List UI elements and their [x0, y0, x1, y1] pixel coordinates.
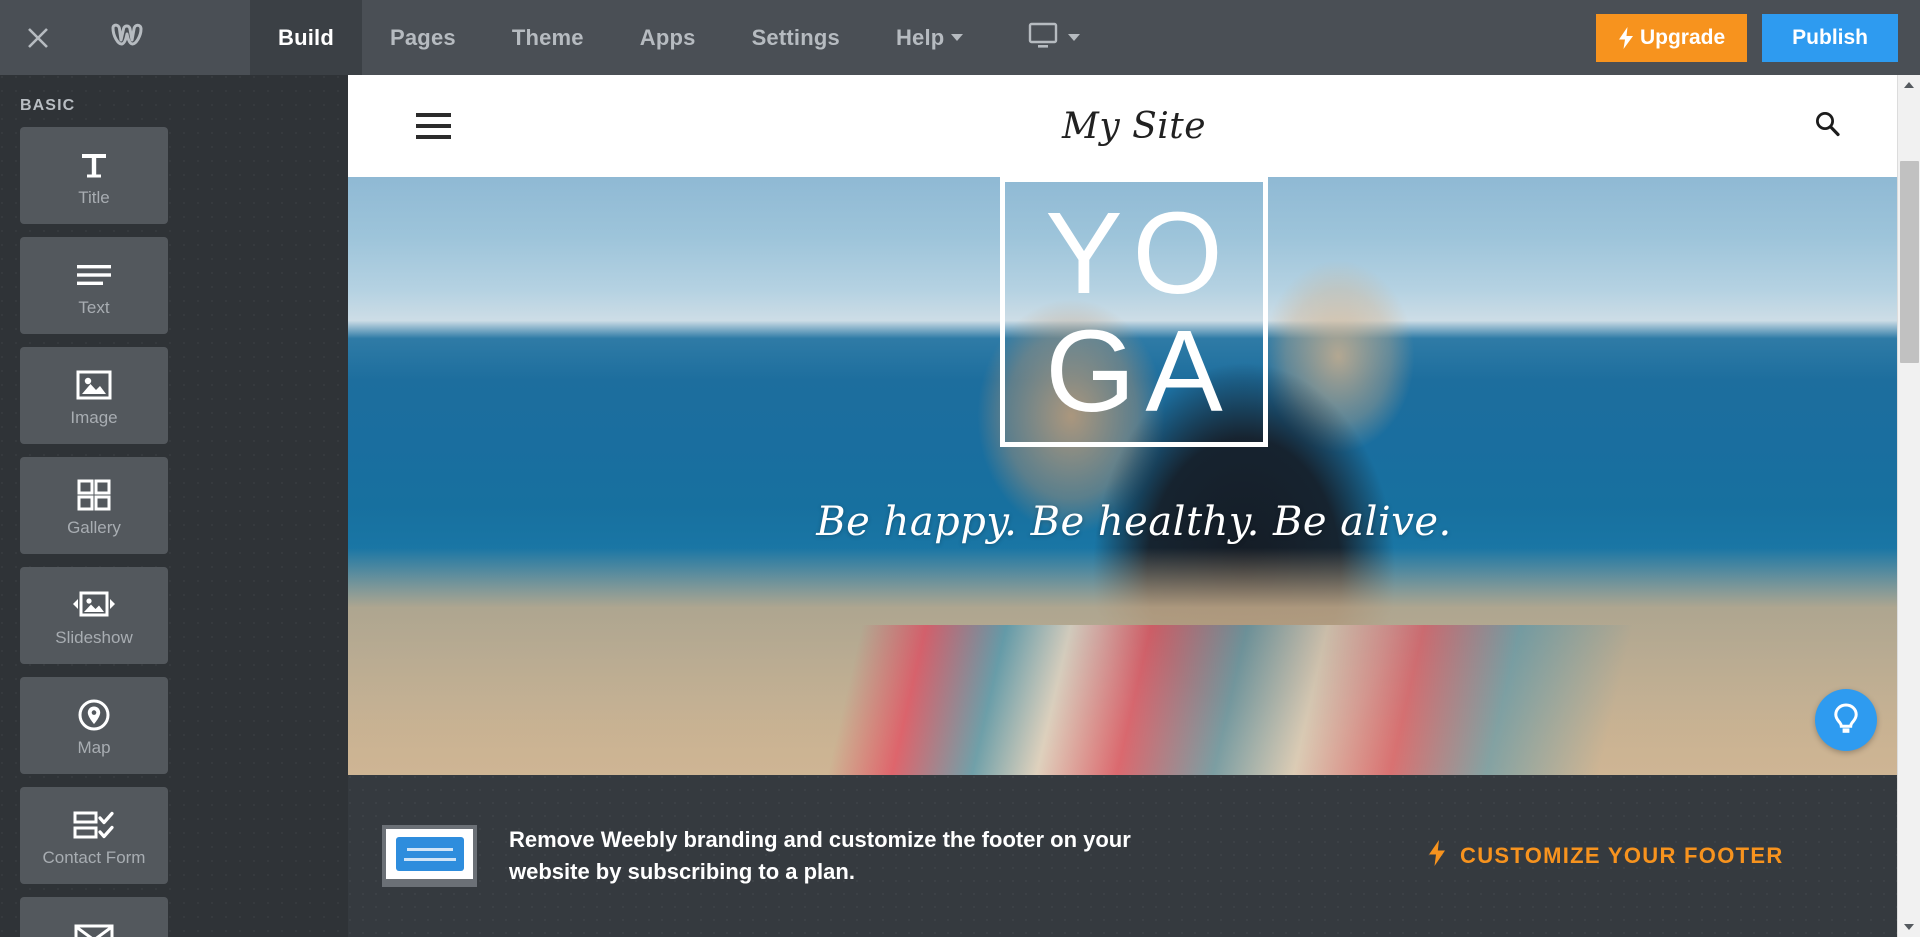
- contact-form-icon: [73, 804, 115, 846]
- element-tile-image[interactable]: Image: [20, 347, 168, 444]
- section-header-basic: BASIC: [20, 97, 76, 114]
- chevron-down-icon: [951, 34, 964, 41]
- element-tile-title-label: Title: [78, 188, 110, 207]
- element-tile-title[interactable]: Title: [20, 127, 168, 224]
- website-thumbnail-icon: [382, 825, 477, 887]
- element-tile-map-label: Map: [77, 738, 111, 757]
- tab-settings-label: Settings: [751, 24, 840, 50]
- element-tile-image-label: Image: [70, 408, 118, 427]
- upgrade-button-label: Upgrade: [1639, 25, 1726, 49]
- element-tile-map[interactable]: Map: [20, 677, 168, 774]
- lightbulb-icon: [1830, 701, 1862, 740]
- upgrade-button[interactable]: Upgrade: [1595, 13, 1748, 62]
- tab-pages-label: Pages: [390, 24, 456, 50]
- element-tile-text-label: Text: [78, 298, 110, 317]
- title-icon: [77, 144, 111, 186]
- footer-banner-message: Remove Weebly branding and customize the…: [509, 827, 1131, 884]
- hero-headline-frame[interactable]: YO GA: [1000, 177, 1268, 447]
- hero-headline-line1: YO: [1045, 188, 1233, 318]
- site-title[interactable]: My Site: [348, 106, 1920, 147]
- site-header: My Site: [348, 75, 1920, 177]
- element-tile-slideshow[interactable]: Slideshow: [20, 567, 168, 664]
- bolt-icon: [1618, 26, 1634, 49]
- scroll-down-arrow-icon[interactable]: [1898, 917, 1920, 937]
- publish-button-label: Publish: [1792, 25, 1868, 49]
- main-nav-tabs: Build Pages Theme Apps Settings Help: [250, 0, 1081, 75]
- customize-footer-label: CUSTOMIZE YOUR FOOTER: [1460, 843, 1784, 868]
- gallery-grid-icon: [76, 474, 112, 516]
- bolt-icon: [1428, 840, 1446, 872]
- customize-footer-button[interactable]: CUSTOMIZE YOUR FOOTER: [1428, 840, 1784, 872]
- top-toolbar: Build Pages Theme Apps Settings Help Upg…: [0, 0, 1920, 75]
- element-tile-slideshow-label: Slideshow: [55, 628, 133, 647]
- map-pin-icon: [76, 694, 112, 736]
- basic-elements-grid: Title Text Image Gallery Slideshow Map C…: [0, 127, 348, 937]
- preview-scrollbar[interactable]: [1897, 75, 1920, 937]
- tab-build-label: Build: [278, 24, 334, 50]
- tab-pages[interactable]: Pages: [362, 0, 484, 75]
- elements-sidebar[interactable]: BASIC Title Text Image Gallery Slideshow…: [0, 75, 348, 937]
- tab-help-label: Help: [895, 24, 945, 50]
- tab-apps-label: Apps: [639, 24, 696, 50]
- element-tile-newsletter-form[interactable]: Newsletter Form: [20, 897, 168, 937]
- element-tile-text[interactable]: Text: [20, 237, 168, 334]
- tab-build[interactable]: Build: [250, 0, 362, 75]
- tab-settings[interactable]: Settings: [724, 0, 868, 75]
- chevron-down-icon: [1068, 34, 1081, 41]
- scroll-up-arrow-icon[interactable]: [1898, 75, 1920, 95]
- hero-tagline[interactable]: Be happy. Be healthy. Be alive.: [348, 499, 1920, 545]
- slideshow-icon: [71, 584, 117, 626]
- hero-section[interactable]: YO GA Be happy. Be healthy. Be alive.: [348, 177, 1920, 775]
- envelope-icon: [73, 915, 115, 937]
- element-tile-gallery-label: Gallery: [67, 518, 121, 537]
- close-editor-button[interactable]: [0, 0, 75, 75]
- hamburger-menu-icon[interactable]: [416, 113, 451, 139]
- element-tile-contact-form-label: Contact Form: [42, 848, 146, 867]
- tab-help[interactable]: Help: [868, 0, 991, 75]
- weebly-logo[interactable]: [75, 0, 180, 75]
- publish-button[interactable]: Publish: [1762, 13, 1898, 62]
- scroll-thumb[interactable]: [1900, 161, 1919, 363]
- topbar-actions: Upgrade Publish: [1595, 0, 1898, 75]
- close-icon: [25, 25, 51, 51]
- image-icon: [75, 364, 113, 406]
- help-bubble-button[interactable]: [1815, 689, 1877, 751]
- footer-upsell-banner: Remove Weebly branding and customize the…: [348, 775, 1920, 937]
- text-lines-icon: [74, 254, 114, 296]
- tab-theme[interactable]: Theme: [484, 0, 612, 75]
- search-icon[interactable]: [1812, 109, 1842, 144]
- weebly-logo-icon: [108, 20, 148, 55]
- device-preview-selector[interactable]: [1027, 0, 1081, 75]
- element-tile-gallery[interactable]: Gallery: [20, 457, 168, 554]
- monitor-icon: [1027, 21, 1059, 54]
- tab-theme-label: Theme: [511, 24, 584, 50]
- element-tile-contact-form[interactable]: Contact Form: [20, 787, 168, 884]
- tab-apps[interactable]: Apps: [612, 0, 724, 75]
- hero-headline-line2: GA: [1045, 306, 1233, 436]
